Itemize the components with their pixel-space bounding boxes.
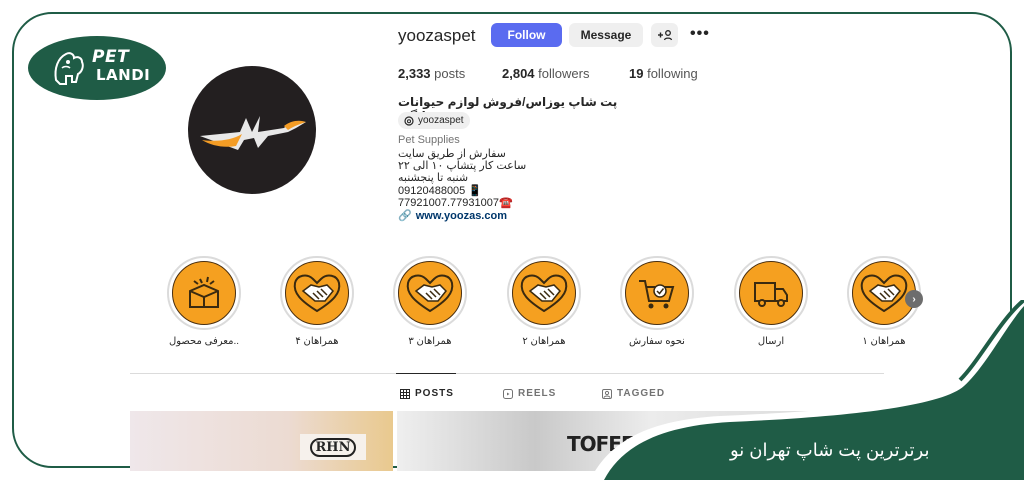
following-label: following bbox=[647, 66, 698, 81]
tab-reels-label: REELS bbox=[518, 388, 557, 399]
posts-stat[interactable]: 2,333 posts bbox=[398, 66, 465, 81]
rhn-brand-logo: RHN bbox=[300, 434, 366, 460]
brand-logo: PET LANDI bbox=[28, 36, 166, 100]
bio-line: 77921007.77931007☎️ bbox=[398, 197, 513, 209]
profile-category: Pet Supplies bbox=[398, 134, 460, 146]
add-user-icon bbox=[657, 30, 672, 41]
tab-posts-label: POSTS bbox=[415, 388, 454, 399]
highlight-label: همراهان ۴ bbox=[295, 336, 339, 347]
handshake-icon bbox=[293, 274, 341, 313]
threads-handle: yoozaspet bbox=[418, 115, 464, 126]
highlight-item[interactable]: همراهان ۴ bbox=[277, 256, 357, 347]
website-link-text: www.yoozas.com bbox=[415, 209, 507, 222]
following-stat[interactable]: 19 following bbox=[629, 66, 698, 81]
link-icon: 🔗 bbox=[398, 210, 412, 222]
posts-label: posts bbox=[434, 66, 466, 81]
yoozas-logo-icon bbox=[200, 116, 306, 150]
active-tab-indicator bbox=[396, 373, 456, 374]
followers-stat[interactable]: 2,804 followers bbox=[502, 66, 589, 81]
profile-avatar[interactable] bbox=[188, 66, 316, 194]
profile-username: yoozaspet bbox=[398, 26, 476, 45]
handshake-icon bbox=[406, 274, 454, 313]
highlight-label: همراهان ۳ bbox=[408, 336, 452, 347]
tab-posts[interactable]: POSTS bbox=[400, 388, 454, 399]
followers-label: followers bbox=[538, 66, 590, 81]
more-options-icon[interactable]: ••• bbox=[690, 25, 710, 43]
bio-line: شنبه تا پنجشنبه bbox=[398, 172, 469, 184]
grid-icon bbox=[400, 388, 410, 399]
highlight-item[interactable]: معرفی محصول.. bbox=[164, 256, 244, 347]
reels-icon bbox=[503, 388, 513, 399]
highlight-label: معرفی محصول.. bbox=[168, 336, 240, 347]
followers-count: 2,804 bbox=[502, 66, 535, 81]
add-user-button[interactable] bbox=[651, 23, 678, 47]
logo-text: PET LANDI bbox=[92, 48, 150, 84]
posts-count: 2,333 bbox=[398, 66, 431, 81]
highlight-item[interactable]: همراهان ۳ bbox=[390, 256, 470, 347]
tab-reels[interactable]: REELS bbox=[503, 388, 556, 399]
threads-icon bbox=[404, 115, 414, 126]
follow-button[interactable]: Follow bbox=[491, 23, 562, 47]
gift-box-icon bbox=[189, 276, 219, 308]
website-link[interactable]: 🔗 www.yoozas.com bbox=[398, 209, 507, 223]
promo-ribbon-text: برترترین پت شاپ تهران نو bbox=[730, 440, 930, 460]
following-count: 19 bbox=[629, 66, 644, 81]
logo-line2: LANDI bbox=[96, 66, 151, 84]
logo-line1: PET bbox=[92, 47, 130, 67]
pet-logo-icon bbox=[54, 52, 84, 85]
message-button[interactable]: Message bbox=[569, 23, 643, 47]
threads-badge[interactable]: yoozaspet bbox=[398, 112, 470, 129]
